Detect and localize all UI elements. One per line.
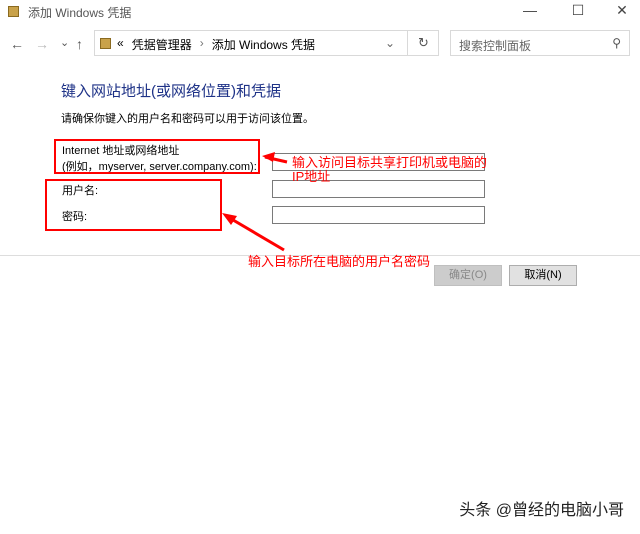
annotation-address-line2: IP地址 <box>292 169 331 184</box>
watermark: 头条 @曾经的电脑小哥 <box>459 502 624 519</box>
cancel-button[interactable]: 取消(N) <box>509 265 577 286</box>
ok-button[interactable]: 确定(O) <box>434 265 502 286</box>
arrowhead-credentials <box>222 213 237 225</box>
arrow-credentials <box>227 215 285 252</box>
annotation-credentials: 输入目标所在电脑的用户名密码 <box>248 254 431 269</box>
arrowhead-address <box>262 152 275 162</box>
